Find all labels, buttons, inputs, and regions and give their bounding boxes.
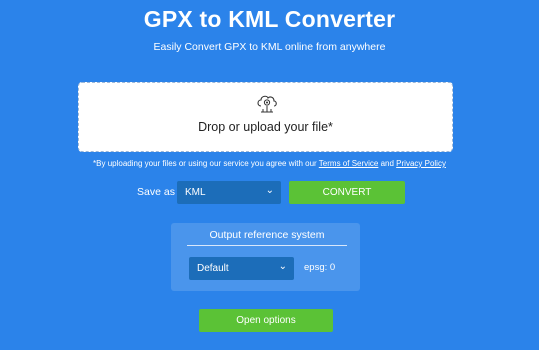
page-subtitle: Easily Convert GPX to KML online from an… [153, 41, 386, 53]
page-title: GPX to KML Converter [143, 6, 396, 32]
chevron-down-icon: ⌄ [278, 261, 287, 272]
terms-of-service-link[interactable]: Terms of Service [319, 159, 379, 168]
dropzone-label: Drop or upload your file* [198, 120, 333, 134]
consent-text: *By uploading your files or using our se… [93, 159, 319, 168]
save-as-label: Save as [137, 186, 175, 198]
privacy-policy-link[interactable]: Privacy Policy [396, 159, 446, 168]
consent-and: and [378, 159, 397, 168]
consent-notice: *By uploading your files or using our se… [0, 159, 539, 168]
epsg-code: epsg: 0 [304, 262, 336, 273]
cloud-upload-gear-icon [257, 95, 277, 113]
reference-system-select[interactable]: Default ⌄ [189, 257, 294, 280]
reference-system-value: Default [197, 263, 229, 274]
output-reference-panel: Output reference system Default ⌄ epsg: … [171, 223, 360, 291]
convert-button[interactable]: CONVERT [289, 181, 405, 204]
file-dropzone[interactable]: Drop or upload your file* [78, 82, 453, 152]
chevron-down-icon: ⌄ [265, 185, 274, 196]
output-format-select[interactable]: KML ⌄ [177, 181, 281, 204]
output-format-value: KML [185, 187, 206, 198]
reference-system-title: Output reference system [187, 229, 347, 246]
open-options-button[interactable]: Open options [199, 309, 333, 332]
